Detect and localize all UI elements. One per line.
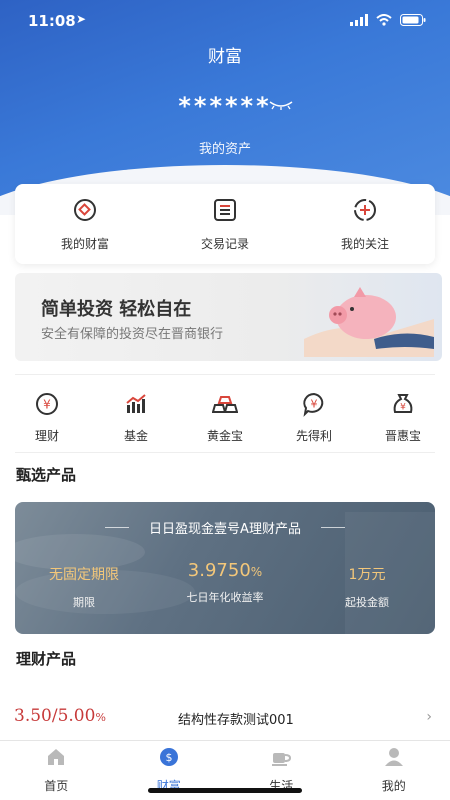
my-follow-label: 我的关注 [340, 236, 389, 251]
category-label: 晋惠宝 [384, 429, 421, 443]
min-investment-value: 1万元 [348, 567, 386, 583]
category-label: 理财 [34, 429, 59, 443]
product-name: 结构性存款测试001 [178, 713, 294, 728]
term-value: 无固定期限 [49, 567, 119, 583]
home-icon [48, 749, 65, 765]
yield-label: 七日年化收益率 [186, 591, 264, 604]
product-rate-unit: % [95, 711, 106, 724]
banner-subline: 安全有保障的投资尽在晋商银行 [41, 327, 224, 342]
page-title: 财富 [208, 47, 242, 67]
battery-icon [400, 14, 426, 26]
chevron-right-icon: › [426, 709, 432, 725]
featured-section-title: 甄选产品 [16, 466, 77, 484]
asset-label: 我的资产 [198, 142, 251, 157]
category-row: ¥ 理财 基金 黄金宝 ¥ 先得利 ¥ 晋惠宝 [15, 385, 435, 447]
term-metric: 无固定期限 期限 [29, 564, 139, 610]
status-time: 11:08 [28, 12, 76, 30]
home-indicator [148, 788, 302, 793]
user-icon [384, 748, 403, 766]
my-wealth-label: 我的财富 [60, 236, 109, 251]
tab-me[interactable]: 我的 [349, 741, 439, 800]
divider [15, 374, 435, 375]
svg-text:$: $ [165, 751, 172, 764]
category-label: 基金 [123, 429, 148, 443]
bar-chart-icon [126, 394, 146, 413]
quick-actions-card: 我的财富 交易记录 我的关注 [15, 184, 435, 264]
product-list-item[interactable]: 3.50/5.00% 结构性存款测试001 › [0, 700, 450, 740]
svg-text:¥: ¥ [311, 398, 318, 411]
my-wealth-button[interactable]: 我的财富 [25, 197, 145, 252]
promo-banner[interactable]: 简单投资 轻松自在 安全有保障的投资尽在晋商银行 [15, 273, 442, 361]
product-rate-value: 3.50/5.00 [14, 706, 96, 726]
category-label: 黄金宝 [206, 429, 243, 443]
tab-label: 我的 [381, 779, 406, 793]
money-bag-icon: ¥ [393, 394, 413, 413]
status-bar: 11:08 ➤ [0, 0, 450, 44]
category-jinhuibao[interactable]: ¥ 晋惠宝 [371, 385, 435, 447]
min-investment-label: 起投金额 [345, 596, 389, 609]
divider [15, 452, 435, 453]
piggy-bank-illustration [304, 287, 434, 357]
category-fund[interactable]: 基金 [104, 385, 168, 447]
hidden-assets-value: ****** [178, 92, 272, 120]
term-label: 期限 [73, 596, 95, 609]
banner-headline: 简单投资 轻松自在 [41, 299, 192, 320]
yuan-circle-icon: ¥ [36, 393, 58, 415]
product-rate: 3.50/5.00% [14, 706, 106, 726]
yield-value: 3.9750 [187, 560, 251, 581]
yield-unit: % [250, 565, 263, 579]
wifi-icon [376, 14, 392, 26]
transaction-records-button[interactable]: 交易记录 [165, 197, 285, 252]
follow-icon [354, 198, 376, 221]
yield-value-wrap: 3.9750% [165, 560, 285, 581]
wealth-icon [74, 198, 96, 221]
my-follow-button[interactable]: 我的关注 [305, 197, 425, 252]
category-gold[interactable]: 黄金宝 [193, 385, 257, 447]
signal-icon [350, 14, 368, 26]
records-icon [214, 198, 236, 221]
category-label: 先得利 [295, 429, 332, 443]
products-section-title: 理财产品 [16, 650, 77, 668]
category-licai[interactable]: ¥ 理财 [15, 385, 79, 447]
eye-closed-icon[interactable] [268, 98, 294, 112]
featured-product-card[interactable]: 日日盈现金壹号A理财产品 无固定期限 期限 3.9750% 七日年化收益率 1万… [15, 502, 435, 634]
yield-metric: 3.9750% 七日年化收益率 [165, 560, 285, 605]
gold-bars-icon [211, 396, 239, 413]
svg-text:¥: ¥ [43, 398, 51, 412]
svg-text:¥: ¥ [400, 403, 406, 413]
tab-home[interactable]: 首页 [11, 741, 101, 800]
min-investment-metric: 1万元 起投金额 [317, 564, 417, 610]
wealth-coin-icon: $ [159, 748, 178, 766]
featured-product-name: 日日盈现金壹号A理财产品 [149, 522, 301, 537]
yuan-bubble-icon: ¥ [303, 392, 324, 417]
category-xiandeli[interactable]: ¥ 先得利 [282, 385, 346, 447]
cup-icon [272, 753, 292, 766]
status-icons [350, 14, 426, 26]
location-arrow-icon: ➤ [76, 12, 87, 26]
transaction-records-label: 交易记录 [200, 236, 249, 251]
tab-label: 首页 [44, 779, 69, 793]
